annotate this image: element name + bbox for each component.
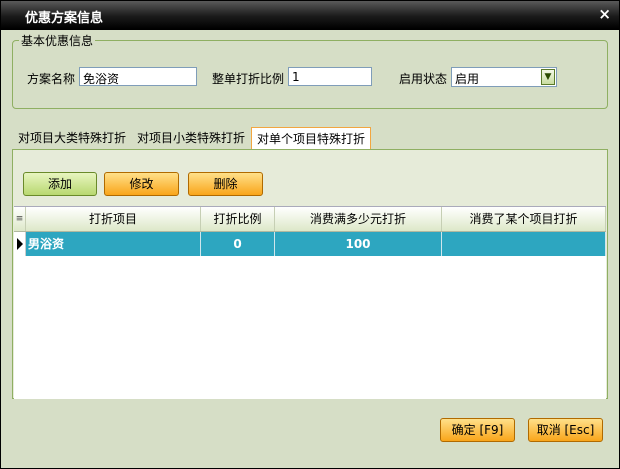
- status-select[interactable]: 启用 ▼: [451, 67, 557, 87]
- discount-ratio-input[interactable]: 1: [288, 67, 372, 86]
- header-item[interactable]: 打折项目: [26, 207, 201, 231]
- cancel-button[interactable]: 取消 [Esc]: [528, 418, 603, 442]
- cell-ratio[interactable]: 0: [201, 232, 275, 256]
- header-item-spend[interactable]: 消费了某个项目打折: [442, 207, 606, 231]
- header-ratio[interactable]: 打折比例: [201, 207, 275, 231]
- tab-category-discount[interactable]: 对项目大类特殊打折: [13, 127, 131, 149]
- table-row[interactable]: 男浴资 0 100: [14, 232, 606, 256]
- close-icon[interactable]: ×: [598, 6, 611, 22]
- column-chooser-icon[interactable]: ≡: [14, 207, 26, 231]
- tab-single-item-discount[interactable]: 对单个项目特殊打折: [251, 127, 371, 149]
- title-bar[interactable]: 优惠方案信息 ×: [1, 1, 619, 30]
- tab-panel: 添加 修改 删除 ≡ 打折项目 打折比例 消费满多少元打折 消费了某个项目打折 …: [12, 149, 608, 399]
- cell-min-spend[interactable]: 100: [275, 232, 442, 256]
- discount-items-table: ≡ 打折项目 打折比例 消费满多少元打折 消费了某个项目打折 男浴资 0 100: [14, 206, 606, 399]
- basic-info-title: 基本优惠信息: [19, 32, 96, 49]
- discount-plan-dialog: 优惠方案信息 × 基本优惠信息 方案名称 免浴资 整单打折比例 1 启用状态 启…: [0, 0, 620, 469]
- plan-name-label: 方案名称: [27, 72, 76, 86]
- delete-button[interactable]: 删除: [188, 172, 263, 196]
- window-title: 优惠方案信息: [25, 11, 104, 26]
- basic-info-group: 基本优惠信息 方案名称 免浴资 整单打折比例 1 启用状态 启用 ▼: [12, 32, 608, 109]
- add-button[interactable]: 添加: [23, 172, 97, 196]
- discount-ratio-label: 整单打折比例: [212, 72, 285, 86]
- table-header: ≡ 打折项目 打折比例 消费满多少元打折 消费了某个项目打折: [14, 207, 606, 232]
- cell-item-spend[interactable]: [442, 232, 606, 256]
- tab-subcategory-discount[interactable]: 对项目小类特殊打折: [133, 127, 249, 149]
- row-pointer-icon: [14, 232, 26, 256]
- header-min-spend[interactable]: 消费满多少元打折: [275, 207, 442, 231]
- chevron-down-icon[interactable]: ▼: [541, 69, 555, 85]
- confirm-button[interactable]: 确定 [F9]: [440, 418, 515, 442]
- edit-button[interactable]: 修改: [104, 172, 179, 196]
- cell-item[interactable]: 男浴资: [26, 232, 201, 256]
- status-label: 启用状态: [399, 72, 448, 86]
- plan-name-input[interactable]: 免浴资: [79, 67, 197, 86]
- status-select-value: 启用: [455, 72, 480, 86]
